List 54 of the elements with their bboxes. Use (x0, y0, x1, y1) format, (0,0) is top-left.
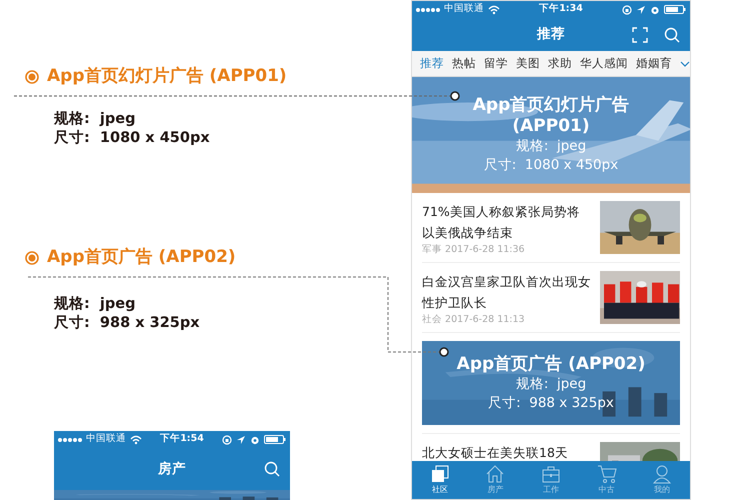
format-spec: 规格: jpeg (516, 137, 586, 156)
rotation-lock-icon (222, 434, 232, 444)
wifi-icon (130, 434, 142, 444)
ad-label: App首页广告 (APP02) (456, 354, 646, 374)
category-tab[interactable]: 华人感闻 (580, 54, 628, 72)
cart-icon (596, 464, 617, 484)
ad-label: App首页幻灯片广告 (APP01) (472, 95, 630, 137)
battery-icon (664, 5, 686, 14)
location-icon (236, 434, 246, 444)
radio-icon (25, 250, 39, 265)
screen-title: 推荐 (537, 25, 565, 44)
category-tab[interactable]: 推荐 (420, 54, 444, 72)
category-tab[interactable]: 婚姻育 (636, 54, 672, 72)
format-spec: 规格: jpeg (54, 110, 136, 129)
category-tab[interactable]: 求助 (548, 54, 572, 72)
rotation-lock-icon (622, 4, 632, 14)
news-meta: 社会 2017-6-28 11:13 (422, 313, 526, 327)
category-tab[interactable]: 留学 (484, 54, 508, 72)
battery-icon (264, 435, 286, 444)
status-time: 下午1:54 (160, 432, 204, 446)
bottom-tab[interactable]: 社区 (412, 461, 468, 499)
annotation-title: App首页广告 (APP02) (47, 246, 236, 269)
news-title[interactable]: 北大女硕士在美失联18天 (422, 442, 592, 461)
signal-icon (416, 6, 440, 12)
search-icon[interactable] (264, 461, 280, 477)
news-meta: 军事 2017-6-28 11:36 (422, 243, 526, 257)
size-spec: 尺寸: 1080 x 450px (484, 156, 618, 175)
alarm-icon (250, 434, 260, 444)
screen-title: 房产 (158, 460, 186, 479)
chevron-down-icon[interactable] (680, 60, 690, 66)
format-spec: 规格: jpeg (516, 374, 586, 394)
format-spec: 规格: jpeg (54, 295, 136, 314)
location-icon (636, 4, 646, 14)
house-icon (485, 464, 506, 484)
category-tab[interactable]: 美图 (516, 54, 540, 72)
scan-icon[interactable] (632, 27, 648, 43)
status-time: 下午1:34 (539, 2, 583, 16)
size-spec: 尺寸: 988 x 325px (488, 394, 614, 412)
size-spec: 尺寸: 988 x 325px (54, 314, 200, 333)
signal-icon (58, 436, 82, 442)
radio-icon (25, 70, 39, 84)
alarm-icon (650, 4, 660, 14)
search-icon[interactable] (664, 27, 680, 43)
person-icon (652, 464, 672, 484)
category-tab[interactable]: 热帖 (452, 54, 476, 72)
size-spec: 尺寸: 1080 x 450px (54, 129, 210, 148)
wifi-icon (488, 4, 500, 14)
carrier-name: 中国联通 (86, 432, 126, 446)
carrier-name: 中国联通 (444, 2, 484, 16)
news-title[interactable]: 白金汉宫皇家卫队首次出现女性护卫队长 (422, 271, 592, 313)
annotation-title: App首页幻灯片广告 (APP01) (47, 65, 287, 88)
news-title[interactable]: 71%美国人称叙紧张局势将以美俄战争结束 (422, 201, 592, 243)
briefcase-icon (540, 464, 561, 484)
stacked-squares-icon (430, 464, 450, 484)
